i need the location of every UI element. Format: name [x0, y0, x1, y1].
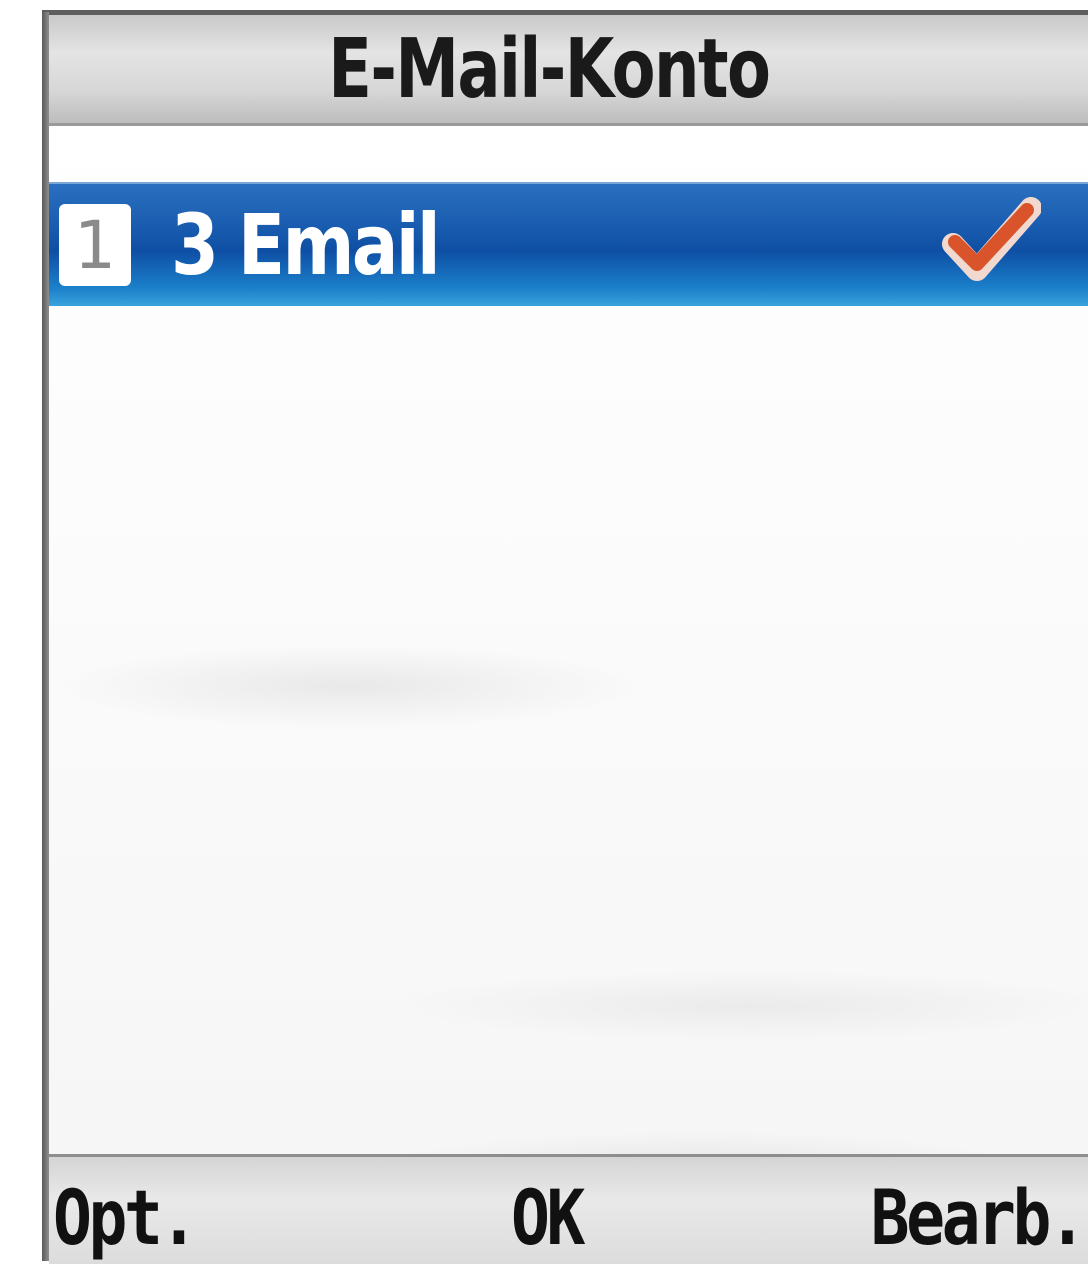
- options-softkey[interactable]: Opt.: [53, 1173, 198, 1263]
- left-margin: [0, 0, 42, 1261]
- title-bar: E-Mail-Konto: [49, 15, 1088, 126]
- edit-softkey[interactable]: Bearb.: [871, 1173, 1087, 1263]
- item-number-badge: 1: [59, 204, 131, 286]
- ok-softkey[interactable]: OK: [511, 1173, 585, 1263]
- account-list-item[interactable]: 1 3 Email: [49, 182, 1088, 306]
- frame-left-border: [42, 12, 49, 1261]
- softkey-bar: Opt. OK Bearb.: [49, 1154, 1088, 1264]
- page-title: E-Mail-Konto: [327, 21, 771, 117]
- phone-screen: E-Mail-Konto 1 3 Email Opt. OK Bearb.: [0, 0, 1088, 1264]
- checkmark-icon: [942, 197, 1041, 281]
- account-name: 3 Email: [171, 196, 441, 294]
